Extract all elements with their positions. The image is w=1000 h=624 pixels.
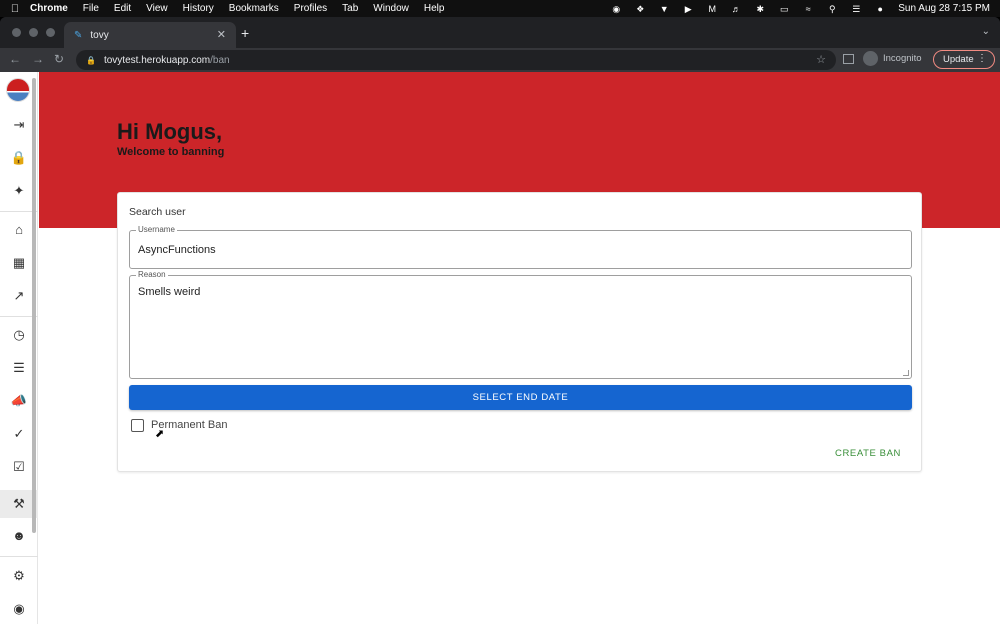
control-center-icon[interactable]: ☰ bbox=[850, 4, 862, 14]
mac-menubar:  Chrome File Edit View History Bookmark… bbox=[0, 0, 1000, 17]
card-title: Search user bbox=[129, 206, 186, 218]
menu-view[interactable]: View bbox=[146, 3, 168, 14]
menu-window[interactable]: Window bbox=[373, 3, 409, 14]
people-icon[interactable]: ☻ bbox=[10, 527, 28, 545]
page-content: ⇥ 🔒 ✦ ⌂ ▦ ↗ ◷ ☰ 📣 ✓ ☑ ⚒ ☻ ⚙ ◉ Hi Mogus, … bbox=[0, 72, 1000, 624]
battery-icon[interactable]: ▭ bbox=[778, 4, 790, 14]
reason-textarea[interactable]: Reason Smells weird bbox=[129, 270, 912, 379]
sidebar-divider bbox=[0, 556, 38, 557]
menu-bookmarks[interactable]: Bookmarks bbox=[229, 3, 279, 14]
mouse-cursor-icon: ⬈ bbox=[155, 428, 165, 440]
siri-icon[interactable]: ● bbox=[874, 4, 886, 14]
select-end-date-button[interactable]: SELECT END DATE bbox=[129, 385, 912, 410]
update-button[interactable]: Update ⋮ bbox=[933, 50, 995, 69]
sidebar: ⇥ 🔒 ✦ ⌂ ▦ ↗ ◷ ☰ 📣 ✓ ☑ ⚒ ☻ ⚙ ◉ bbox=[0, 72, 38, 624]
home-icon[interactable]: ⌂ bbox=[10, 221, 28, 239]
page-subtitle: Welcome to banning bbox=[117, 146, 225, 158]
browser-toolbar: ← → ↻ 🔒 tovytest.herokuapp.com/ban ☆ Inc… bbox=[0, 48, 1000, 72]
menu-history[interactable]: History bbox=[183, 3, 214, 14]
robot-icon[interactable]: ◉ bbox=[10, 600, 28, 618]
compass-icon[interactable]: ❖ bbox=[634, 4, 646, 14]
gavel-icon[interactable]: ⚒ bbox=[10, 495, 28, 513]
ban-form-card: Search user Username AsyncFunctions Reas… bbox=[117, 192, 922, 472]
wifi-icon[interactable]: ≈ bbox=[802, 4, 814, 14]
reload-icon[interactable]: ↻ bbox=[54, 52, 64, 66]
megaphone-icon[interactable]: 📣 bbox=[10, 392, 28, 410]
zoom-window-button[interactable] bbox=[46, 28, 55, 37]
settings-icon[interactable]: ⚙ bbox=[10, 567, 28, 585]
play-icon[interactable]: ▶ bbox=[682, 4, 694, 14]
more-menu-icon[interactable]: ⋮ bbox=[977, 53, 987, 64]
reason-label: Reason bbox=[136, 270, 168, 279]
lock-icon[interactable]: 🔒 bbox=[10, 149, 28, 167]
incognito-icon bbox=[863, 51, 878, 66]
grid-icon[interactable]: ▦ bbox=[10, 254, 28, 272]
creative-cloud-icon[interactable]: ◉ bbox=[610, 4, 622, 14]
update-label: Update bbox=[943, 54, 974, 65]
volume-icon[interactable]: ♬ bbox=[730, 4, 742, 14]
close-window-button[interactable] bbox=[12, 28, 21, 37]
incognito-label: Incognito bbox=[883, 53, 922, 64]
url-host: tovytest.herokuapp.com bbox=[103, 54, 211, 66]
permanent-ban-checkbox[interactable] bbox=[131, 419, 144, 432]
bluetooth-icon[interactable]: ✱ bbox=[754, 4, 766, 14]
username-value[interactable]: AsyncFunctions bbox=[138, 244, 216, 256]
logout-icon[interactable]: ⇥ bbox=[10, 116, 28, 134]
menubar-status-area: ◉ ❖ ▼ ▶ M ♬ ✱ ▭ ≈ ⚲ ☰ ● Sun Aug 28 7:15 … bbox=[610, 0, 990, 17]
back-icon[interactable]: ← bbox=[9, 52, 21, 66]
clipboard-check-icon[interactable]: ☑ bbox=[10, 458, 28, 476]
tab-strip: ✎ tovy ✕ + ⌄ bbox=[0, 17, 1000, 48]
magic-wand-icon[interactable]: ✦ bbox=[10, 182, 28, 200]
tab-search-chevron-icon[interactable]: ⌄ bbox=[982, 26, 990, 37]
browser-window: ✎ tovy ✕ + ⌄ ← → ↻ 🔒 tovytest.herokuapp.… bbox=[0, 17, 1000, 624]
menu-file[interactable]: File bbox=[83, 3, 99, 14]
menubar-datetime[interactable]: Sun Aug 28 7:15 PM bbox=[898, 3, 990, 14]
incognito-indicator[interactable]: Incognito bbox=[863, 51, 922, 66]
vpn-icon[interactable]: ▼ bbox=[658, 4, 670, 14]
username-field[interactable]: Username AsyncFunctions bbox=[129, 225, 912, 269]
username-label: Username bbox=[136, 225, 177, 234]
window-controls bbox=[12, 28, 55, 37]
workspace-avatar[interactable] bbox=[6, 78, 30, 102]
new-tab-icon[interactable]: + bbox=[241, 25, 249, 41]
close-tab-icon[interactable]: ✕ bbox=[217, 28, 226, 41]
url-path: /ban bbox=[210, 54, 230, 66]
forward-icon[interactable]: → bbox=[32, 52, 44, 66]
reason-value[interactable]: Smells weird bbox=[138, 286, 200, 298]
spotlight-search-icon[interactable]: ⚲ bbox=[826, 4, 838, 14]
menu-edit[interactable]: Edit bbox=[114, 3, 131, 14]
resize-handle-icon[interactable] bbox=[903, 370, 909, 376]
external-link-icon[interactable]: ↗ bbox=[10, 287, 28, 305]
list-icon[interactable]: ☰ bbox=[10, 359, 28, 377]
clock-icon[interactable]: ◷ bbox=[10, 326, 28, 344]
malwarebytes-icon[interactable]: M bbox=[706, 4, 718, 14]
bookmark-star-icon[interactable]: ☆ bbox=[816, 53, 826, 66]
create-ban-button[interactable]: CREATE BAN bbox=[835, 448, 901, 459]
menu-tab[interactable]: Tab bbox=[342, 3, 358, 14]
browser-tab[interactable]: ✎ tovy ✕ bbox=[64, 22, 236, 48]
page-title: Hi Mogus, bbox=[117, 119, 223, 144]
minimize-window-button[interactable] bbox=[29, 28, 38, 37]
lock-icon[interactable]: 🔒 bbox=[86, 56, 96, 65]
check-circle-icon[interactable]: ✓ bbox=[10, 425, 28, 443]
tovy-favicon-icon: ✎ bbox=[74, 29, 83, 41]
menu-help[interactable]: Help bbox=[424, 3, 445, 14]
address-bar[interactable]: 🔒 tovytest.herokuapp.com/ban ☆ bbox=[76, 50, 836, 70]
tab-title: tovy bbox=[90, 29, 109, 41]
menu-app-name[interactable]: Chrome bbox=[30, 3, 68, 14]
side-panel-icon[interactable] bbox=[843, 54, 854, 64]
menu-profiles[interactable]: Profiles bbox=[294, 3, 327, 14]
apple-icon[interactable]:  bbox=[0, 3, 30, 15]
sidebar-scrollbar[interactable] bbox=[32, 78, 36, 533]
